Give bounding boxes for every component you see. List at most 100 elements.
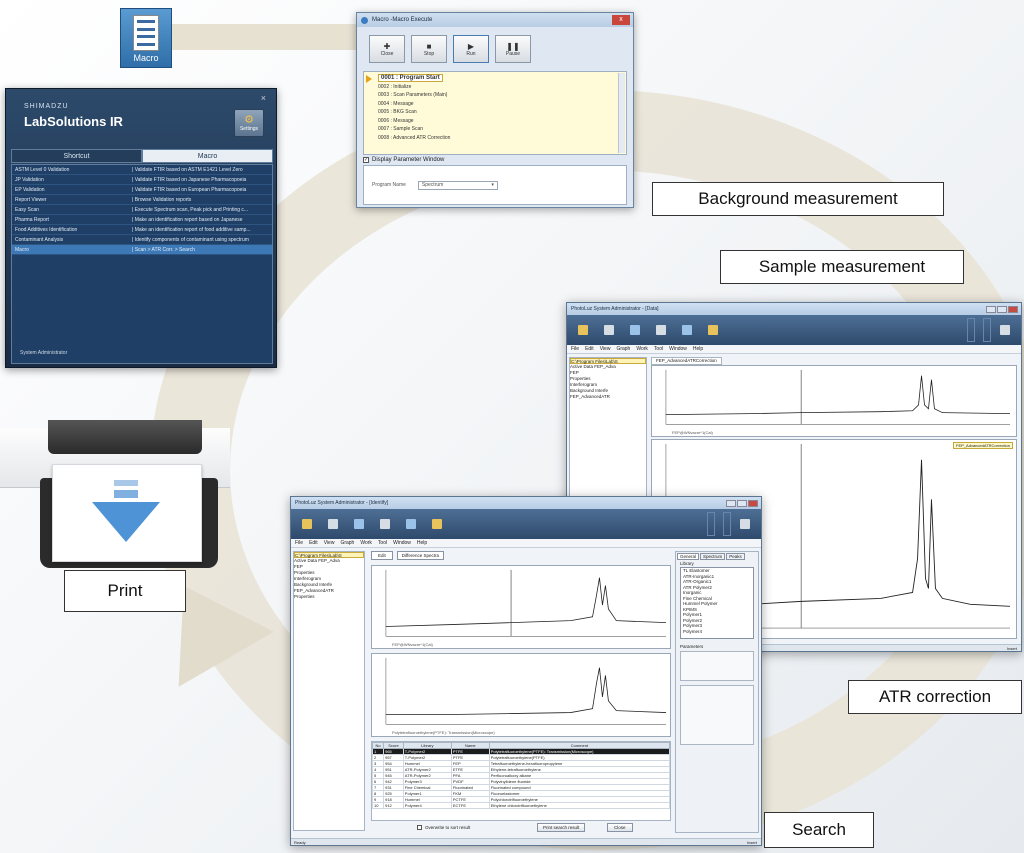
close-icon[interactable] <box>1008 305 1018 313</box>
tab-spectrum[interactable]: Spectrum <box>700 553 726 560</box>
menu-work[interactable]: Work <box>636 346 648 352</box>
ribbon-parameters-group[interactable] <box>967 318 975 342</box>
tree-item[interactable]: FEP_AdvancedATR <box>570 394 646 400</box>
menu-graph[interactable]: Graph <box>340 540 354 546</box>
table-row[interactable]: 10 912 Polymer4 ECTFE Ethylene chlorotrifluo… <box>371 802 671 809</box>
list-item[interactable]: Food Additives Identification | Make an i… <box>12 225 272 235</box>
comment-icon <box>740 519 750 529</box>
maximize-icon[interactable] <box>737 499 747 507</box>
menu-tool[interactable]: Tool <box>378 540 387 546</box>
comment-button[interactable] <box>993 318 1017 342</box>
search-button[interactable] <box>399 512 423 536</box>
menu-file[interactable]: File <box>571 346 579 352</box>
program-name-select[interactable]: Spectrum ▾ <box>417 180 498 190</box>
list-item[interactable]: 0003 : Scan Parameters (Main) <box>368 91 622 100</box>
menu-file[interactable]: File <box>295 540 303 546</box>
difference-spectra-button[interactable]: Difference Spectra <box>396 551 444 560</box>
list-item[interactable]: Easy Scan | Execute Spectrum scan, Peak p… <box>12 205 272 215</box>
list-item[interactable]: EP Validation | Validate FTIR based on Eu… <box>12 185 272 195</box>
close-icon[interactable]: x <box>612 15 630 25</box>
tab-data[interactable]: FEP_AdvancedATRCorrection <box>651 357 722 365</box>
list-item[interactable]: Report Viewer | Browse Validation reports <box>12 195 272 205</box>
close-icon[interactable]: × <box>261 93 266 103</box>
stop-button[interactable]: ■ Stop <box>411 35 447 63</box>
list-item-name: ASTM Level 0 Validation <box>15 166 70 173</box>
save-button[interactable] <box>321 512 345 536</box>
current-step[interactable]: 0001 : Program Start <box>368 74 622 83</box>
list-item[interactable]: ASTM Level 0 Validation | Validate FTIR b… <box>12 165 272 175</box>
menu-window[interactable]: Window <box>669 346 687 352</box>
list-item-name: Macro <box>15 246 29 253</box>
maximize-icon[interactable] <box>997 305 1007 313</box>
menu-edit[interactable]: Edit <box>309 540 318 546</box>
list-item[interactable]: 0006 : Message <box>368 117 622 126</box>
display-parameter-checkbox[interactable]: ✓ Display Parameter Window <box>363 157 627 163</box>
x-axis-label: FEP@WNvacm^1(Cal) <box>672 430 713 435</box>
scan-button[interactable] <box>649 318 673 342</box>
tab-macro[interactable]: Macro <box>142 149 273 163</box>
edit-button[interactable]: Edit <box>371 551 393 560</box>
minimize-icon[interactable] <box>726 499 736 507</box>
comment-button[interactable] <box>733 512 757 536</box>
search-window: PhotoLuz System Administrator - [Identif… <box>290 496 762 846</box>
query-spectrum-svg <box>385 569 667 637</box>
scrollbar[interactable] <box>618 73 625 153</box>
close-button[interactable]: Close <box>607 823 633 832</box>
print-search-result-button[interactable]: Print search result <box>537 823 586 832</box>
menu-graph[interactable]: Graph <box>616 346 630 352</box>
spectrum-plot-top: FEP@WNvacm^1(Cal) <box>651 365 1017 437</box>
measure-button[interactable] <box>347 512 371 536</box>
list-item[interactable]: Contaminant Analysis | Identify component… <box>12 235 272 245</box>
list-item-desc: | Validate FTIR based on Japanese Pharma… <box>132 176 247 183</box>
open-button[interactable] <box>295 512 319 536</box>
ribbon-parameters-group[interactable] <box>707 512 715 536</box>
list-item[interactable]: 0008 : Advanced ATR Correction <box>368 134 622 143</box>
list-item-desc: | Identify components of contaminant usi… <box>132 236 249 243</box>
menu-help[interactable]: Help <box>693 346 703 352</box>
button-label: Close <box>380 50 394 57</box>
menu-edit[interactable]: Edit <box>585 346 594 352</box>
list-item[interactable]: 0007 : Sample Scan <box>368 125 622 134</box>
menu-view[interactable]: View <box>600 346 611 352</box>
menu-view[interactable]: View <box>324 540 335 546</box>
list-item[interactable]: Pharma Report | Make an identification re… <box>12 215 272 225</box>
list-item[interactable]: 0002 : Initialize <box>368 83 622 92</box>
list-item[interactable]: JP Validation | Validate FTIR based on Ja… <box>12 175 272 185</box>
launcher-tabs: Shortcut Macro <box>11 149 273 163</box>
search-settings-panel: General Spectrum Peaks Library TL Elasto… <box>675 551 759 833</box>
ribbon-copy-group[interactable] <box>983 318 991 342</box>
list-item[interactable]: 0004 : Message <box>368 100 622 109</box>
app-icon <box>361 16 368 24</box>
edit-button[interactable] <box>701 318 725 342</box>
list-item[interactable]: Polymer4 <box>681 629 753 635</box>
menu-window[interactable]: Window <box>393 540 411 546</box>
run-button[interactable]: ▶ Run <box>453 35 489 63</box>
pause-button[interactable]: ❚❚ Pause <box>495 35 531 63</box>
scan-button[interactable] <box>373 512 397 536</box>
edit-button[interactable] <box>425 512 449 536</box>
save-button[interactable] <box>597 318 621 342</box>
close-icon[interactable] <box>748 499 758 507</box>
menu-work[interactable]: Work <box>360 540 372 546</box>
macro-shortcut-icon[interactable]: Macro <box>120 8 172 68</box>
list-item[interactable]: 0005 : BKG Scan <box>368 108 622 117</box>
menu-tool[interactable]: Tool <box>654 346 663 352</box>
tab-general[interactable]: General <box>677 553 700 560</box>
search-button[interactable] <box>675 318 699 342</box>
menu-help[interactable]: Help <box>417 540 427 546</box>
list-item-selected[interactable]: Macro | Scan > ATR Corr. > Search <box>12 245 272 255</box>
overwrite-checkbox[interactable]: Overwrite to sort result <box>417 825 470 830</box>
minimize-icon[interactable] <box>986 305 996 313</box>
tree-item[interactable]: Properties <box>294 594 364 600</box>
folder-icon <box>302 519 312 529</box>
ribbon-copy-group[interactable] <box>723 512 731 536</box>
comment-icon <box>1000 325 1010 335</box>
measure-button[interactable] <box>623 318 647 342</box>
close-button[interactable]: ✚ Close <box>369 35 405 63</box>
list-item-name: JP Validation <box>15 176 44 183</box>
settings-button[interactable]: ⚙ Settings <box>234 109 264 137</box>
parameters-box <box>680 651 754 681</box>
open-button[interactable] <box>571 318 595 342</box>
tab-shortcut[interactable]: Shortcut <box>11 149 142 163</box>
tab-peaks[interactable]: Peaks <box>726 553 745 560</box>
